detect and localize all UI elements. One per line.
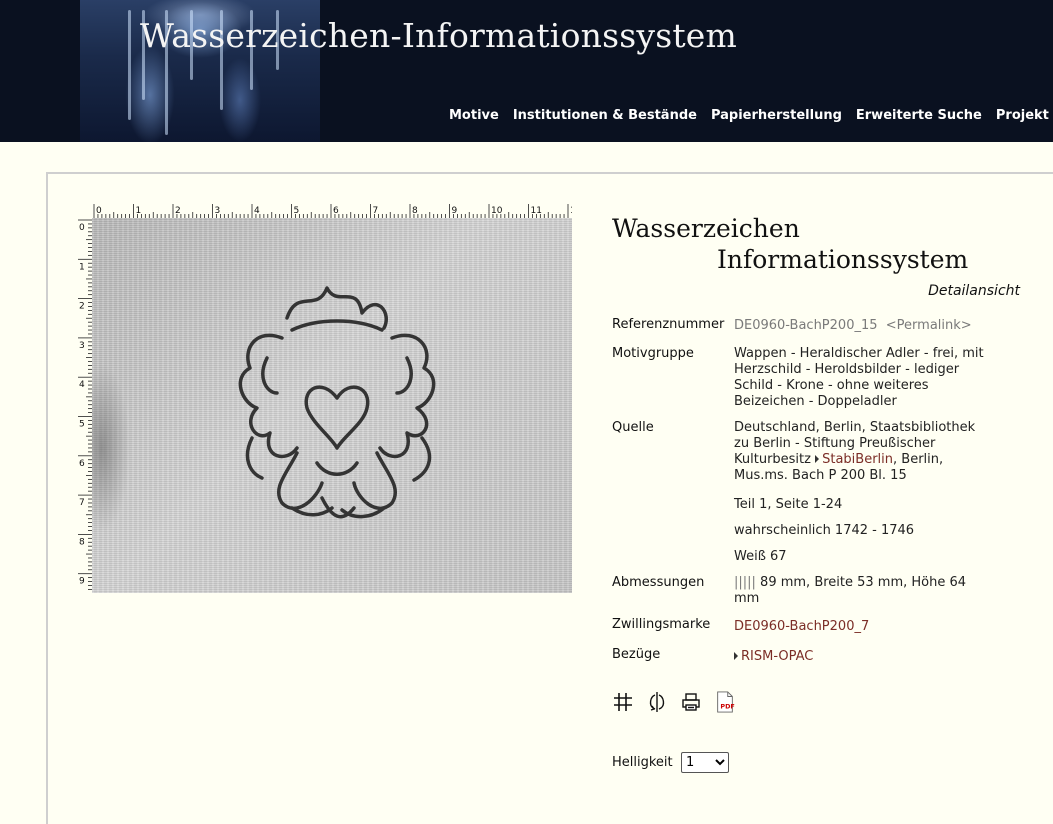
label-source: Quelle — [612, 420, 654, 435]
ruler-top-label: 0 — [96, 206, 102, 216]
site-header: Wasserzeichen-Informationssystem Motive … — [0, 0, 1053, 142]
detail-view-label: Detailansicht — [928, 283, 1020, 299]
label-dimensions: Abmessungen — [612, 575, 705, 590]
twin-mark-link[interactable]: DE0960-BachP200_7 — [734, 619, 869, 634]
nav-projekt[interactable]: Projekt — [996, 108, 1049, 123]
ruler-left-label: 3 — [79, 341, 85, 351]
ruler-top-label: 11 — [531, 206, 542, 216]
ruler-left-label: 1 — [79, 262, 85, 272]
ruler-left-label: 2 — [79, 302, 85, 312]
label-motif: Motivgruppe — [612, 346, 694, 361]
ruler-top-label: 9 — [452, 206, 458, 216]
ruler-left-label: 9 — [79, 577, 85, 587]
value-source: Deutschland, Berlin, Staatsbibliothek zu… — [734, 420, 984, 484]
logo-informationssystem: Informationssystem — [717, 245, 969, 274]
logo-wasserzeichen: Wasserzeichen — [612, 214, 800, 243]
ruler-top-label: 4 — [254, 206, 260, 216]
ruler-top-label: 5 — [294, 206, 300, 216]
pdf-label: PDF — [720, 702, 734, 710]
rism-opac-link[interactable]: RISM-OPAC — [741, 649, 813, 664]
ruler-left-label: 5 — [79, 420, 85, 430]
main-nav: Motive Institutionen & Bestände Papierhe… — [449, 108, 1049, 123]
value-twin: DE0960-BachP200_7 — [734, 619, 984, 635]
mirror-icon[interactable] — [646, 690, 668, 714]
stabi-berlin-link[interactable]: StabiBerlin — [822, 452, 893, 467]
grid-icon[interactable] — [612, 690, 634, 714]
toolbar: PDF — [612, 690, 736, 714]
ruler-top-label: 7 — [373, 206, 379, 216]
ruler-top-label: 1 — [136, 206, 142, 216]
dimensions-text: 89 mm, Breite 53 mm, Höhe 64 mm — [734, 575, 967, 606]
ruler-left: 0 1 2 3 4 5 6 7 8 9 — [78, 219, 92, 590]
value-date: wahrscheinlich 1742 - 1746 — [734, 523, 915, 538]
value-refs: RISM-OPAC — [734, 649, 984, 665]
ruler-top-label: 1 — [570, 206, 572, 216]
arrow-right-icon — [815, 455, 820, 463]
reference-number: DE0960-BachP200_15 — [734, 318, 878, 333]
nav-erweiterte-suche[interactable]: Erweiterte Suche — [856, 108, 982, 123]
label-twin: Zwillingsmarke — [612, 617, 711, 632]
ruler-top-label: 8 — [412, 206, 418, 216]
pdf-icon[interactable]: PDF — [714, 690, 736, 714]
ruler-top-label: 2 — [175, 206, 181, 216]
ruler-left-label: 0 — [79, 223, 85, 233]
ruler-top: 012345678910111 — [93, 204, 572, 218]
arrow-right-icon — [734, 652, 738, 660]
ruler-left-label: 7 — [79, 498, 85, 508]
value-part: Teil 1, Seite 1-24 — [734, 497, 843, 512]
label-reference: Referenznummer — [612, 317, 725, 332]
nav-papierherstellung[interactable]: Papierherstellung — [711, 108, 842, 123]
ruler-left-label: 6 — [79, 459, 85, 469]
permalink-link[interactable]: <Permalink> — [886, 318, 972, 333]
brightness-select[interactable]: 1 — [681, 752, 729, 773]
value-dimensions: ||||| 89 mm, Breite 53 mm, Höhe 64 mm — [734, 575, 984, 607]
label-refs: Bezüge — [612, 647, 661, 662]
value-motif: Wappen - Heraldischer Adler - frei, mit … — [734, 346, 984, 409]
value-weiss: Weiß 67 — [734, 549, 787, 564]
site-title[interactable]: Wasserzeichen-Informationssystem — [140, 16, 737, 55]
ruler-left-label: 4 — [79, 380, 85, 390]
print-icon[interactable] — [680, 690, 702, 714]
watermark-image[interactable] — [92, 218, 572, 593]
ruler-top-label: 10 — [491, 206, 503, 216]
chain-lines-bars: ||||| — [734, 575, 756, 590]
brightness-label: Helligkeit — [612, 755, 673, 770]
nav-institutionen[interactable]: Institutionen & Bestände — [513, 108, 697, 123]
ruler-left-label: 8 — [79, 537, 85, 547]
ruler-top-label: 3 — [215, 206, 221, 216]
nav-motive[interactable]: Motive — [449, 108, 499, 123]
watermark-drawing — [238, 286, 436, 519]
value-reference: DE0960-BachP200_15 <Permalink> — [734, 318, 984, 334]
ruler-top-label: 6 — [333, 206, 339, 216]
